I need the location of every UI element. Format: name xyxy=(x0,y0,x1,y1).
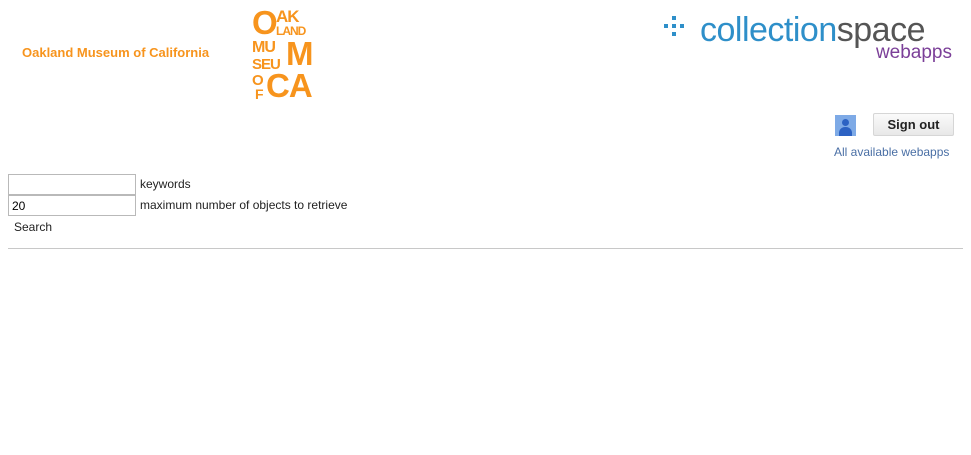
keywords-label: keywords xyxy=(140,177,191,191)
sign-out-button[interactable]: Sign out xyxy=(873,113,954,136)
page: Oakland Museum of California O AK LAND M… xyxy=(0,0,971,455)
omca-logo-ca: CA xyxy=(266,67,313,104)
search-button[interactable]: Search xyxy=(10,218,56,236)
keywords-input[interactable] xyxy=(8,174,136,195)
collectionspace-word-collection: collection xyxy=(700,11,837,49)
omca-logo: O AK LAND MU M SEU O F CA xyxy=(252,4,322,102)
omca-logo-o: O xyxy=(252,4,278,41)
collectionspace-logo: collectionspace webapps xyxy=(660,10,960,66)
max-objects-input[interactable] xyxy=(8,195,136,216)
divider xyxy=(8,248,963,249)
omca-logo-mu: MU xyxy=(252,39,276,56)
user-avatar-icon[interactable] xyxy=(835,115,856,136)
omca-logo-m: M xyxy=(286,35,313,72)
museum-name: Oakland Museum of California xyxy=(22,45,210,60)
omca-logo-ak: AK xyxy=(276,7,300,26)
all-webapps-link[interactable]: All available webapps xyxy=(834,145,949,159)
max-objects-label: maximum number of objects to retrieve xyxy=(140,198,348,212)
collectionspace-dots-icon xyxy=(660,16,690,46)
omca-logo-f: F xyxy=(255,86,264,102)
collectionspace-subtitle: webapps xyxy=(875,42,952,63)
